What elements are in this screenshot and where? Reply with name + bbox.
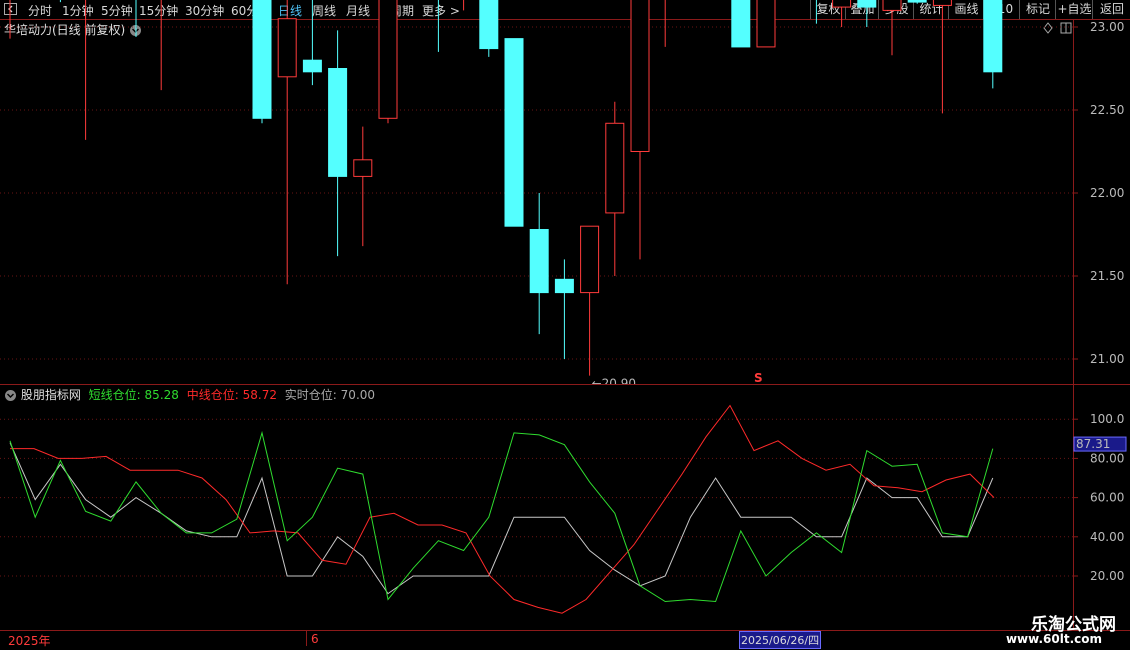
cursor-date-label: 2025/06/26/四 <box>739 631 822 649</box>
month-label: 6 <box>311 632 319 646</box>
brand-url: www.60lt.com <box>1005 632 1102 646</box>
short-position-line <box>9 430 994 603</box>
indicator-chart[interactable]: 20.00 40.00 60.00 80.00 100.0 87.31 <box>0 0 1130 650</box>
year-label: 2025年 <box>8 634 51 648</box>
indicator-tick-label: 100.0 <box>1090 412 1124 426</box>
indicator-tick-label: 40.00 <box>1090 530 1124 544</box>
month-tick <box>306 630 307 646</box>
indicator-tick-label: 60.00 <box>1090 491 1124 505</box>
cursor-value-label: 87.31 <box>1076 437 1110 451</box>
indicator-tick-label: 80.00 <box>1090 451 1124 465</box>
indicator-tick-label: 20.00 <box>1090 569 1124 583</box>
